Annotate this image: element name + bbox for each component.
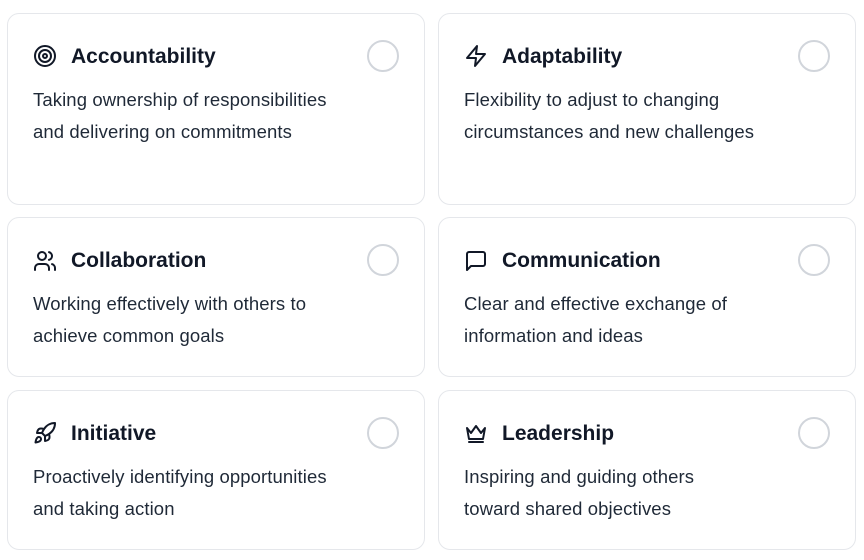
card-description: Proactively identifying opportunities an… bbox=[33, 466, 327, 519]
card-title: Communication bbox=[502, 249, 661, 272]
card-description: Clear and effective exchange of informat… bbox=[464, 293, 727, 346]
card-communication[interactable]: Communication Clear and effective exchan… bbox=[438, 217, 856, 377]
target-icon bbox=[33, 44, 57, 68]
card-description: Taking ownership of responsibilities and… bbox=[33, 89, 327, 142]
card-description: Inspiring and guiding others toward shar… bbox=[464, 466, 695, 519]
card-description: Working effectively with others to achie… bbox=[33, 293, 307, 346]
card-leadership[interactable]: Leadership Inspiring and guiding others … bbox=[438, 390, 856, 550]
card-initiative[interactable]: Initiative Proactively identifying oppor… bbox=[7, 390, 425, 550]
card-title: Collaboration bbox=[71, 249, 207, 272]
select-radio[interactable] bbox=[798, 244, 830, 276]
select-radio[interactable] bbox=[367, 417, 399, 449]
select-radio[interactable] bbox=[367, 40, 399, 72]
card-title: Leadership bbox=[502, 422, 615, 445]
message-square-icon bbox=[464, 249, 488, 273]
select-radio[interactable] bbox=[367, 244, 399, 276]
card-adaptability[interactable]: Adaptability Flexibility to adjust to ch… bbox=[438, 13, 856, 205]
card-title: Accountability bbox=[71, 45, 216, 68]
lightning-bolt-icon bbox=[464, 44, 488, 68]
select-radio[interactable] bbox=[798, 40, 830, 72]
users-icon bbox=[33, 249, 57, 273]
select-radio[interactable] bbox=[798, 417, 830, 449]
card-accountability[interactable]: Accountability Taking ownership of respo… bbox=[7, 13, 425, 205]
card-description: Flexibility to adjust to changing circum… bbox=[464, 89, 755, 142]
crown-icon bbox=[464, 421, 488, 445]
card-title: Initiative bbox=[71, 422, 157, 445]
card-collaboration[interactable]: Collaboration Working effectively with o… bbox=[7, 217, 425, 377]
card-title: Adaptability bbox=[502, 45, 623, 68]
rocket-icon bbox=[33, 421, 57, 445]
